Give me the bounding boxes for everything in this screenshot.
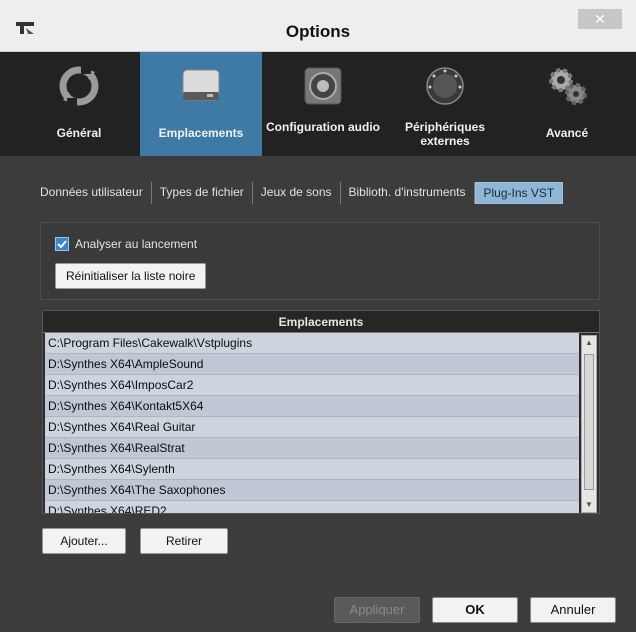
locations-list-body[interactable]: C:\Program Files\Cakewalk\Vstplugins D:\… [45, 333, 579, 513]
category-toolbar: Général Emplacements Configuration audio… [0, 52, 636, 156]
list-item[interactable]: D:\Synthes X64\Kontakt5X64 [45, 396, 579, 417]
tab-sound-sets[interactable]: Jeux de sons [252, 182, 341, 204]
locations-header: Emplacements [43, 311, 599, 333]
close-button[interactable]: ✕ [578, 9, 622, 29]
list-item[interactable]: D:\Synthes X64\Sylenth [45, 459, 579, 480]
tab-instrument-library[interactable]: Biblioth. d'instruments [340, 182, 475, 204]
scan-on-launch-label: Analyser au lancement [75, 237, 198, 251]
category-advanced[interactable]: Avancé [506, 52, 628, 156]
checkmark-icon [57, 240, 67, 249]
scroll-down-icon[interactable]: ▼ [582, 498, 596, 512]
options-panel: Analyser au lancement Réinitialiser la l… [40, 222, 600, 300]
scroll-up-icon[interactable]: ▲ [582, 336, 596, 350]
content-area: Données utilisateur Types de fichier Jeu… [18, 156, 618, 586]
drive-icon [182, 69, 220, 101]
refresh-icon [59, 66, 99, 106]
scan-on-launch-row[interactable]: Analyser au lancement [55, 237, 197, 251]
list-item[interactable]: D:\Synthes X64\RED2 [45, 501, 579, 513]
category-label: Configuration audio [266, 120, 380, 134]
category-label: Général [56, 126, 102, 140]
category-label: Emplacements [158, 126, 244, 140]
category-locations[interactable]: Emplacements [140, 52, 262, 156]
list-item[interactable]: D:\Synthes X64\Real Guitar [45, 417, 579, 438]
dialog-footer: Appliquer OK Annuler [0, 586, 636, 632]
category-general[interactable]: Général [18, 52, 140, 156]
tab-user-data[interactable]: Données utilisateur [32, 182, 152, 204]
tab-vst-plugins[interactable]: Plug-Ins VST [474, 182, 564, 204]
tab-file-types[interactable]: Types de fichier [151, 182, 253, 204]
gears-icon [549, 68, 587, 105]
ok-button[interactable]: OK [432, 597, 518, 623]
list-item[interactable]: D:\Synthes X64\RealStrat [45, 438, 579, 459]
reset-blacklist-button[interactable]: Réinitialiser la liste noire [55, 263, 207, 289]
cancel-button[interactable]: Annuler [530, 597, 616, 623]
category-audio-config[interactable]: Configuration audio [262, 52, 384, 156]
remove-location-button[interactable]: Retirer [140, 528, 228, 554]
add-location-button[interactable]: Ajouter... [42, 528, 126, 554]
category-label: Avancé [545, 126, 589, 140]
vertical-scrollbar[interactable]: ▲ ▼ [581, 335, 597, 513]
window-title: Options [285, 22, 351, 41]
list-item[interactable]: C:\Program Files\Cakewalk\Vstplugins [45, 333, 579, 354]
scan-on-launch-checkbox[interactable] [55, 237, 69, 251]
knob-icon [426, 67, 464, 105]
title-bar: Options ✕ [0, 0, 636, 52]
scroll-thumb[interactable] [584, 354, 594, 490]
list-item[interactable]: D:\Synthes X64\ImposCar2 [45, 375, 579, 396]
category-label: Périphériques externes [404, 120, 486, 148]
list-item[interactable]: D:\Synthes X64\The Saxophones [45, 480, 579, 501]
category-external-devices[interactable]: Périphériques externes [384, 52, 506, 156]
list-item[interactable]: D:\Synthes X64\AmpleSound [45, 354, 579, 375]
apply-button[interactable]: Appliquer [334, 597, 420, 623]
locations-list: Emplacements C:\Program Files\Cakewalk\V… [42, 310, 600, 514]
speaker-icon [304, 67, 342, 105]
tab-bar: Données utilisateur Types de fichier Jeu… [32, 182, 564, 204]
